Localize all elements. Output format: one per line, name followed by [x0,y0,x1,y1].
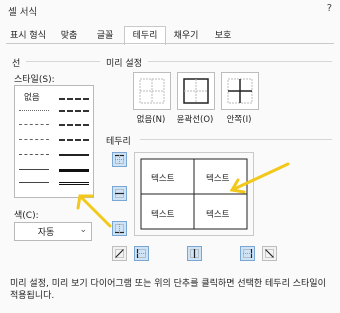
footer-description: 미리 설정, 미리 보기 다이어그램 또는 위의 단추를 클릭하면 선택한 테두… [10,279,326,301]
annotation-arrows [76,162,290,228]
arrow-to-preview [229,162,290,194]
arrow-to-style-list [76,194,112,228]
